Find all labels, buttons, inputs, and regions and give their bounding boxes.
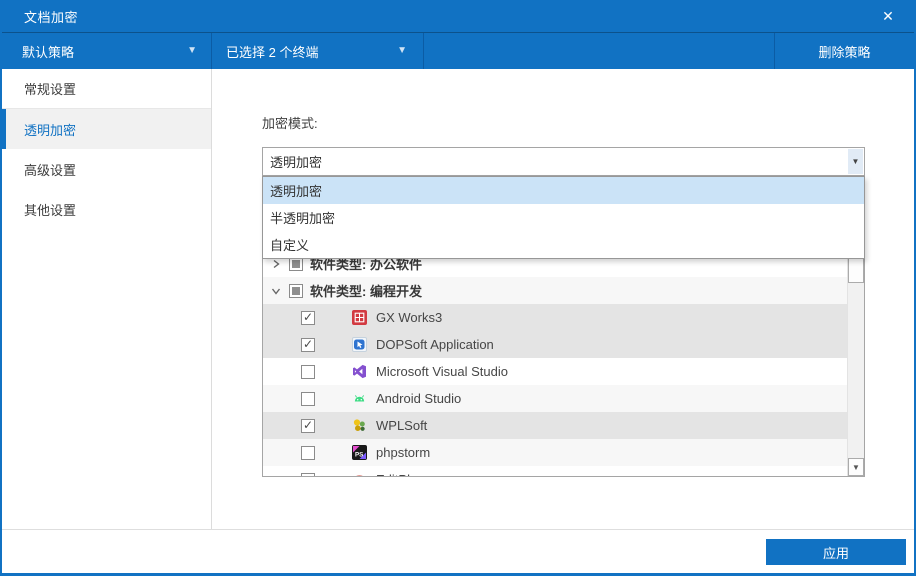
sidebar-item-label: 透明加密 <box>24 120 76 139</box>
chevron-down-icon: ▼ <box>187 46 197 56</box>
app-label: WPLSoft <box>376 418 427 433</box>
app-row-gx-works3[interactable]: GX Works3 <box>263 304 847 331</box>
dropdown-option-semi-transparent[interactable]: 半透明加密 <box>263 204 864 231</box>
app-checkbox[interactable] <box>301 446 315 460</box>
combobox-arrow-icon[interactable]: ▼ <box>848 149 863 174</box>
android-studio-icon <box>352 391 367 406</box>
content-area: 常规设置 透明加密 高级设置 其他设置 加密模式: 透明加密 ▼ 透明加密 半透… <box>2 69 914 529</box>
app-label: Microsoft Visual Studio <box>376 364 508 379</box>
app-row-dopsoft[interactable]: DOPSoft Application <box>263 331 847 358</box>
close-icon[interactable]: ✕ <box>876 4 900 28</box>
sidebar-item-other[interactable]: 其他设置 <box>2 189 211 229</box>
app-row-visual-studio[interactable]: Microsoft Visual Studio <box>263 358 847 385</box>
software-rows: 软件类型: 办公软件 软件类型: 编程开发 <box>263 250 847 477</box>
editplus-icon <box>352 472 367 477</box>
dropdown-option-transparent[interactable]: 透明加密 <box>263 177 864 204</box>
app-row-phpstorm[interactable]: PS phpstorm <box>263 439 847 466</box>
footer-bar: 应用 <box>2 530 914 573</box>
app-row-wplsoft[interactable]: WPLSoft <box>263 412 847 439</box>
group-checkbox[interactable] <box>289 284 303 298</box>
encrypt-mode-value: 透明加密 <box>263 152 322 171</box>
app-label: GX Works3 <box>376 310 442 325</box>
app-checkbox[interactable] <box>301 311 315 325</box>
dopsoft-icon <box>352 337 367 352</box>
app-label: Android Studio <box>376 391 461 406</box>
main-panel: 加密模式: 透明加密 ▼ 透明加密 半透明加密 自定义 <box>212 69 914 529</box>
encrypt-mode-combobox[interactable]: 透明加密 ▼ <box>262 147 865 176</box>
vertical-scrollbar[interactable]: ▼ <box>847 250 864 476</box>
gx-works3-icon <box>352 310 367 325</box>
apply-button[interactable]: 应用 <box>766 539 906 565</box>
group-row-programming-dev[interactable]: 软件类型: 编程开发 <box>263 277 847 304</box>
app-checkbox[interactable] <box>301 392 315 406</box>
app-label: phpstorm <box>376 445 430 460</box>
policy-dropdown-label: 默认策略 <box>22 42 74 61</box>
svg-text:PS: PS <box>355 452 363 459</box>
encrypt-mode-label: 加密模式: <box>262 113 318 132</box>
app-checkbox[interactable] <box>301 473 315 478</box>
sidebar-item-label: 其他设置 <box>24 200 76 219</box>
sidebar-item-transparent-encryption[interactable]: 透明加密 <box>2 109 211 149</box>
policy-toolbar: 默认策略 ▼ 已选择 2 个终端 ▼ 删除策略 <box>2 32 914 69</box>
chevron-down-icon[interactable] <box>271 286 281 296</box>
app-row-android-studio[interactable]: Android Studio <box>263 385 847 412</box>
wplsoft-icon <box>352 418 367 433</box>
delete-policy-label: 删除策略 <box>818 42 870 61</box>
title-bar: 文档加密 ✕ <box>2 0 914 32</box>
toolbar-spacer <box>424 33 774 69</box>
window-title: 文档加密 <box>24 7 78 26</box>
software-list: 软件类型: 办公软件 软件类型: 编程开发 <box>262 249 865 477</box>
document-encryption-dialog: 文档加密 ✕ 默认策略 ▼ 已选择 2 个终端 ▼ 删除策略 常规设置 透明加密 <box>0 0 916 576</box>
app-label: DOPSoft Application <box>376 337 494 352</box>
chevron-down-icon: ▼ <box>397 46 407 56</box>
app-checkbox[interactable] <box>301 338 315 352</box>
app-row-editplus[interactable]: EditPlus <box>263 466 847 477</box>
sidebar-item-general[interactable]: 常规设置 <box>2 69 211 109</box>
scrollbar-down-arrow-icon[interactable]: ▼ <box>848 458 864 476</box>
encrypt-mode-dropdown-list: 透明加密 半透明加密 自定义 <box>262 176 865 259</box>
app-checkbox[interactable] <box>301 365 315 379</box>
group-label: 软件类型: 编程开发 <box>310 281 422 300</box>
app-label: EditPlus <box>376 472 424 477</box>
chevron-right-icon[interactable] <box>271 259 281 269</box>
phpstorm-icon: PS <box>352 445 367 460</box>
sidebar-item-label: 常规设置 <box>24 79 76 98</box>
sidebar-item-advanced[interactable]: 高级设置 <box>2 149 211 189</box>
settings-sidebar: 常规设置 透明加密 高级设置 其他设置 <box>2 69 212 529</box>
app-checkbox[interactable] <box>301 419 315 433</box>
visual-studio-icon <box>352 364 367 379</box>
policy-dropdown[interactable]: 默认策略 ▼ <box>2 33 211 69</box>
sidebar-item-label: 高级设置 <box>24 160 76 179</box>
scrollbar-thumb[interactable] <box>848 258 864 283</box>
dropdown-option-custom[interactable]: 自定义 <box>263 231 864 258</box>
terminal-dropdown[interactable]: 已选择 2 个终端 ▼ <box>212 33 423 69</box>
terminal-dropdown-label: 已选择 2 个终端 <box>226 42 318 61</box>
delete-policy-button[interactable]: 删除策略 <box>775 33 914 69</box>
